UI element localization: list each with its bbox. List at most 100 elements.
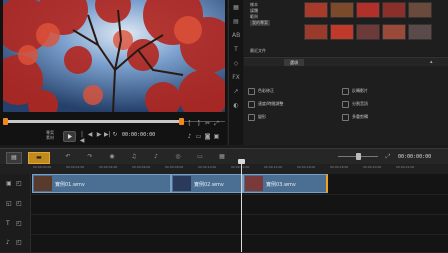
- media-icon[interactable]: ▦: [232, 4, 240, 12]
- split-icon[interactable]: ✂: [204, 120, 211, 127]
- clip-label: 實例01.wmv: [55, 182, 85, 188]
- option-icon: [342, 88, 349, 95]
- library-side-toolbar: ▦ ▤ AB T ◇ FX ↗ ◐: [228, 0, 243, 145]
- title-track-icon[interactable]: T: [6, 220, 10, 227]
- media-thumbnail[interactable]: [304, 2, 328, 18]
- fit-project-icon[interactable]: ⤢: [384, 153, 392, 161]
- media-thumbnail[interactable]: [330, 2, 354, 18]
- home-icon[interactable]: |◀: [79, 132, 85, 144]
- media-thumbnail[interactable]: [356, 2, 380, 18]
- video-clip[interactable]: 實例01.wmv: [32, 174, 171, 193]
- zoom-slider-thumb[interactable]: [356, 153, 361, 160]
- options-panel: 色彩修正 速度/時間調整 變形 反轉影片 分割音訊 多重剪輯: [244, 66, 448, 145]
- collapse-icon[interactable]: ▴: [430, 59, 433, 65]
- option-item[interactable]: 變形: [258, 114, 266, 120]
- option-item[interactable]: 反轉影片: [352, 88, 368, 94]
- ruler-tick-label: 00:00:20:00: [363, 165, 382, 169]
- option-item[interactable]: 多重剪輯: [352, 114, 368, 120]
- repeat-icon[interactable]: ↻: [112, 132, 118, 138]
- multicam-icon[interactable]: ▦: [218, 153, 226, 161]
- preview-panel: 專案 素材 |◀ ◀ ▶ ▶| ↻ 00:00:00:00 [ ] ✂ ⤢ ♪ …: [0, 0, 227, 145]
- option-icon: [248, 114, 255, 121]
- next-frame-icon[interactable]: ▶: [96, 132, 102, 138]
- mark-out-icon[interactable]: ]: [195, 120, 202, 127]
- media-thumbnail[interactable]: [304, 24, 328, 40]
- media-thumbnail[interactable]: [330, 24, 354, 40]
- media-thumbnail[interactable]: [382, 24, 406, 40]
- overlay-icon[interactable]: ◐: [232, 102, 240, 110]
- transition-icon[interactable]: AB: [232, 32, 240, 40]
- ruler-tick-label: 00:00:14:00: [264, 165, 283, 169]
- redo-icon[interactable]: ↷: [86, 153, 94, 161]
- ruler-tick-label: 00:00:04:00: [99, 165, 118, 169]
- video-clip-selected[interactable]: 實例03.wmv: [243, 174, 328, 193]
- overlay-track-icon[interactable]: ◱: [6, 200, 12, 207]
- option-item[interactable]: 色彩修正: [258, 88, 274, 94]
- ruler-tick-label: 00:00:22:00: [396, 165, 415, 169]
- play-icon: [68, 134, 72, 139]
- record-icon[interactable]: ◉: [108, 153, 116, 161]
- end-icon[interactable]: ▶|: [104, 132, 111, 138]
- motion-tracking-icon[interactable]: ◎: [174, 153, 182, 161]
- mark-in-icon[interactable]: [: [186, 120, 193, 127]
- overlay-track[interactable]: ◱ ◰: [0, 194, 448, 215]
- aspect-icon[interactable]: ▣: [213, 133, 220, 140]
- clip-mode-label[interactable]: 素材: [46, 135, 54, 141]
- instant-project-icon[interactable]: ▤: [232, 18, 240, 26]
- title-track[interactable]: T ◰: [0, 214, 448, 235]
- trim-start-marker[interactable]: [3, 118, 8, 125]
- library-panel: 樣本 媒體 範例 我的專案 最近文件: [244, 0, 448, 56]
- playhead-line[interactable]: [241, 160, 242, 252]
- resize-icon[interactable]: ⤢: [213, 120, 220, 127]
- track-header: ♪ ◰: [0, 234, 31, 252]
- voice-track[interactable]: ♪ ◰: [0, 234, 448, 253]
- fullscreen-icon[interactable]: ▭: [195, 133, 202, 140]
- option-icon: [248, 101, 255, 108]
- graphic-icon[interactable]: ◇: [232, 60, 240, 68]
- path-icon[interactable]: ↗: [232, 88, 240, 96]
- track-header: ▣ ◰: [0, 174, 31, 194]
- add-folder-button[interactable]: 最近文件: [250, 48, 266, 54]
- media-thumbnail[interactable]: [356, 24, 380, 40]
- timeline-timecode[interactable]: 00:00:00:00: [398, 154, 431, 160]
- voice-track-icon[interactable]: ♪: [6, 239, 10, 246]
- play-button[interactable]: [63, 131, 76, 142]
- clip-label: 實例03.wmv: [266, 182, 296, 188]
- clip-thumbnail: [34, 176, 52, 191]
- filter-icon[interactable]: FX: [232, 74, 240, 82]
- storyboard-view-icon[interactable]: ▤: [6, 152, 22, 164]
- video-clip[interactable]: 實例02.wmv: [171, 174, 243, 193]
- track-header: T ◰: [0, 214, 31, 234]
- lock-icon[interactable]: ◰: [16, 200, 22, 207]
- timeline-view-icon[interactable]: ▬: [28, 152, 50, 164]
- option-item[interactable]: 分割音訊: [352, 101, 368, 107]
- option-item[interactable]: 速度/時間調整: [258, 101, 283, 107]
- lock-icon[interactable]: ◰: [16, 239, 22, 246]
- auto-music-icon[interactable]: ♪: [152, 153, 160, 161]
- timeline-toolbar: ▤ ▬ ↶ ↷ ◉ ♫ ♪ ◎ ▭ ▦ ⤢ 00:00:00:00: [0, 148, 448, 165]
- sound-mixer-icon[interactable]: ♫: [130, 153, 138, 161]
- scrubber-fill: [3, 120, 182, 123]
- title-icon[interactable]: T: [232, 46, 240, 54]
- lock-icon[interactable]: ◰: [16, 180, 22, 187]
- video-track-icon[interactable]: ▣: [6, 180, 12, 187]
- volume-icon[interactable]: ♪: [186, 133, 193, 140]
- media-thumbnail[interactable]: [382, 2, 406, 18]
- media-thumbnail[interactable]: [408, 2, 432, 18]
- clip-label: 實例02.wmv: [194, 182, 224, 188]
- ruler-tick-label: 00:00:08:00: [165, 165, 184, 169]
- clip-thumbnail: [173, 176, 191, 191]
- track-header: ◱ ◰: [0, 194, 31, 214]
- ruler-tick-label: 00:00:10:00: [198, 165, 217, 169]
- snapshot-icon[interactable]: ◙: [204, 133, 211, 140]
- undo-icon[interactable]: ↶: [64, 153, 72, 161]
- trim-end-marker[interactable]: [179, 118, 184, 125]
- timecode-display[interactable]: 00:00:00:00: [122, 132, 155, 138]
- lock-icon[interactable]: ◰: [16, 220, 22, 227]
- subtitle-icon[interactable]: ▭: [196, 153, 204, 161]
- autumn-tree-image: [3, 0, 225, 112]
- ruler-tick-label: 00:00:02:00: [66, 165, 85, 169]
- folder-item-selected[interactable]: 我的專案: [250, 20, 270, 26]
- previous-frame-icon[interactable]: ◀: [87, 132, 93, 138]
- media-thumbnail[interactable]: [408, 24, 432, 40]
